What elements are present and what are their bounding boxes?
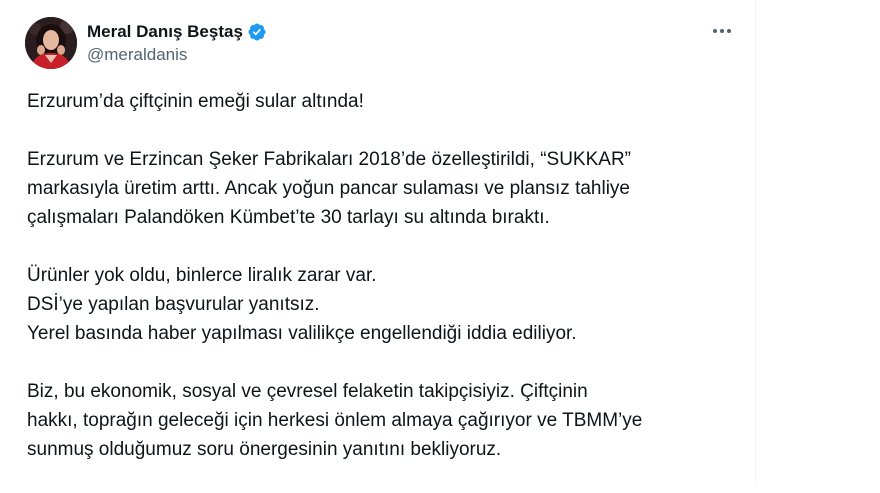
tweet-line: sunmuş olduğumuz soru önergesinin yanıtı…	[27, 439, 502, 460]
tweet-paragraph: Ürünler yok oldu, binlerce liralık zarar…	[27, 261, 747, 348]
tweet-paragraph: Biz, bu ekonomik, sosyal ve çevresel fel…	[27, 377, 747, 464]
verified-badge-icon[interactable]	[247, 22, 267, 42]
avatar-image	[25, 17, 77, 69]
tweet-line: Yerel basında haber yapılması valilikçe …	[27, 323, 577, 344]
tweet-text: Erzurum’da çiftçinin emeği sular altında…	[27, 87, 747, 493]
tweet-line: çalışmaları Palandöken Kümbet’te 30 tarl…	[27, 207, 550, 228]
tweet-line: hakkı, toprağın geleceği için herkesi ön…	[27, 410, 643, 431]
tweet-line: Biz, bu ekonomik, sosyal ve çevresel fel…	[27, 381, 588, 402]
tweet-line: Ürünler yok oldu, binlerce liralık zarar…	[27, 265, 377, 286]
tweet-line: Erzurum ve Erzincan Şeker Fabrikaları 20…	[27, 149, 632, 170]
avatar[interactable]	[25, 17, 77, 69]
tweet-line: markasıyla üretim arttı. Ancak yoğun pan…	[27, 178, 630, 199]
more-options-button[interactable]	[704, 18, 740, 44]
author-display-name[interactable]: Meral Danış Beştaş	[87, 22, 243, 42]
more-dot	[727, 29, 731, 33]
tweet-line: Erzurum’da çiftçinin emeği sular altında…	[27, 91, 364, 112]
tweet-paragraph: Erzurum ve Erzincan Şeker Fabrikaları 20…	[27, 145, 747, 232]
author-handle[interactable]: @meraldanis	[87, 45, 187, 65]
more-horizontal-icon	[713, 29, 717, 33]
more-dot	[720, 29, 724, 33]
tweet-card: Meral Danış Beştaş @meraldanis Erzurum’d…	[0, 0, 756, 485]
tweet-paragraph: Erzurum’da çiftçinin emeği sular altında…	[27, 87, 747, 116]
tweet-line: DSİ’ye yapılan başvurular yanıtsız.	[27, 294, 320, 315]
author-name-row: Meral Danış Beştaş	[87, 20, 267, 44]
